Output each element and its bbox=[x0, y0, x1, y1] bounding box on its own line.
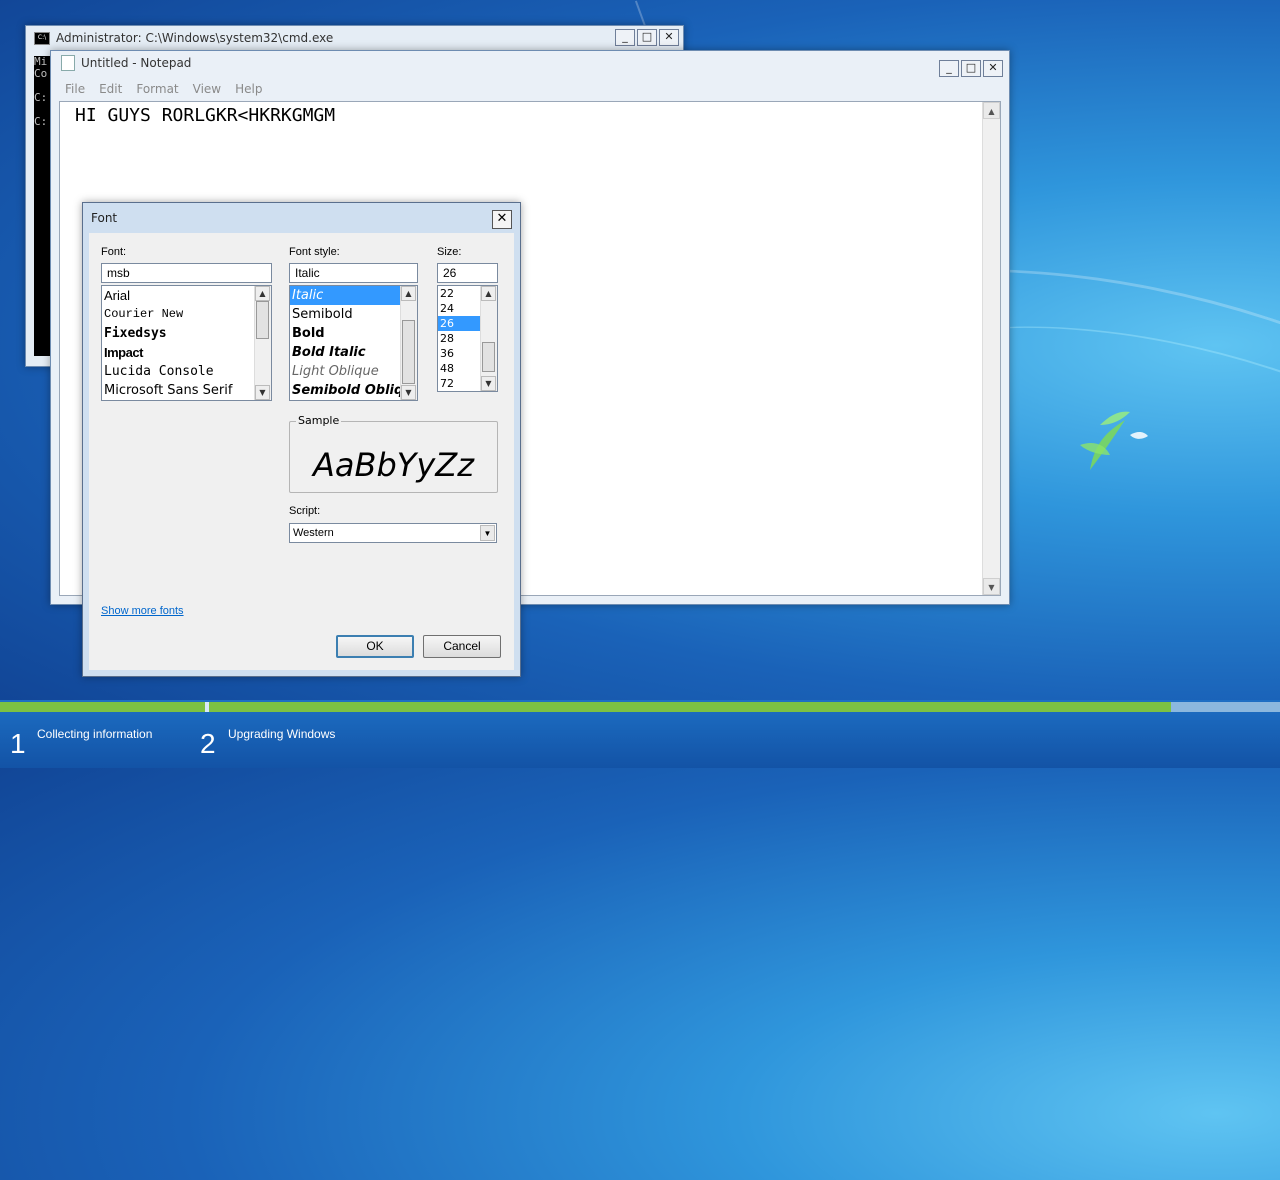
scroll-up-icon[interactable]: ▲ bbox=[401, 286, 416, 301]
font-dialog-title: Font bbox=[91, 211, 118, 225]
scroll-down-icon[interactable]: ▼ bbox=[481, 376, 496, 391]
minimize-button[interactable]: _ bbox=[939, 60, 959, 77]
font-input[interactable]: msb bbox=[101, 263, 272, 283]
progress-track bbox=[0, 702, 1280, 712]
size-label: Size: bbox=[437, 246, 462, 258]
list-item[interactable]: Impact bbox=[102, 343, 271, 362]
cmd-titlebar[interactable]: C:\ Administrator: C:\Windows\system32\c… bbox=[26, 26, 683, 50]
step-label: Upgrading Windows bbox=[228, 727, 336, 741]
close-button[interactable]: ✕ bbox=[492, 210, 512, 229]
list-item-selected[interactable]: Italic bbox=[290, 286, 401, 305]
list-item[interactable]: Lucida Console bbox=[102, 362, 271, 381]
menu-file[interactable]: File bbox=[65, 79, 85, 99]
size-input[interactable]: 26 bbox=[437, 263, 498, 283]
menu-view[interactable]: View bbox=[193, 79, 221, 99]
notepad-icon bbox=[61, 55, 75, 71]
font-style-list[interactable]: Italic Semibold Bold Bold Italic Light O… bbox=[289, 285, 418, 401]
scroll-up-icon[interactable]: ▲ bbox=[255, 286, 270, 301]
close-button[interactable]: ✕ bbox=[983, 60, 1003, 77]
list-item[interactable]: Semibold Oblique bbox=[290, 381, 417, 400]
minimize-button[interactable]: _ bbox=[615, 29, 635, 46]
list-item[interactable]: Bold bbox=[290, 324, 417, 343]
scroll-down-icon[interactable]: ▼ bbox=[255, 385, 270, 400]
scroll-thumb[interactable] bbox=[256, 301, 269, 339]
list-item[interactable]: Courier New bbox=[102, 305, 271, 324]
font-style-label: Font style: bbox=[289, 246, 340, 258]
progress-separator bbox=[205, 702, 209, 712]
list-item[interactable]: Fixedsys bbox=[102, 324, 271, 343]
scroll-up-icon[interactable]: ▲ bbox=[983, 102, 1000, 119]
font-list-scrollbar[interactable]: ▲ ▼ bbox=[254, 286, 271, 400]
ok-button[interactable]: OK bbox=[336, 635, 414, 658]
font-label: Font: bbox=[101, 246, 127, 258]
scroll-up-icon[interactable]: ▲ bbox=[481, 286, 496, 301]
list-item[interactable]: Semibold bbox=[290, 305, 417, 324]
scroll-thumb[interactable] bbox=[402, 320, 415, 384]
style-list-scrollbar[interactable]: ▲ ▼ bbox=[400, 286, 417, 400]
document-text: HI GUYS RORLGKR<HKRKGMGM bbox=[75, 105, 336, 126]
menu-format[interactable]: Format bbox=[136, 79, 178, 99]
list-item[interactable]: Microsoft Sans Serif bbox=[102, 381, 271, 400]
step-number: 2 bbox=[200, 728, 216, 759]
setup-progress-bar: 1 Collecting information 2 Upgrading Win… bbox=[0, 700, 1280, 768]
size-list-scrollbar[interactable]: ▲ ▼ bbox=[480, 286, 497, 391]
cancel-button[interactable]: Cancel bbox=[423, 635, 501, 658]
close-button[interactable]: ✕ bbox=[659, 29, 679, 46]
step-label: Collecting information bbox=[37, 727, 153, 741]
list-item[interactable]: Arial bbox=[102, 286, 271, 305]
menu-help[interactable]: Help bbox=[235, 79, 262, 99]
show-more-fonts-link[interactable]: Show more fonts bbox=[101, 605, 184, 617]
sample-label: Sample bbox=[296, 414, 342, 427]
sample-text: AaBbYyZz bbox=[313, 446, 474, 484]
script-dropdown[interactable]: Western ▼ bbox=[289, 523, 497, 543]
font-dialog[interactable]: Font ✕ Font: msb Arial Courier New Fixed… bbox=[82, 202, 521, 677]
maximize-button[interactable]: □ bbox=[961, 60, 981, 77]
list-item[interactable]: Bold Italic bbox=[290, 343, 417, 362]
windows-leaf-logo bbox=[1080, 411, 1148, 470]
maximize-button[interactable]: □ bbox=[637, 29, 657, 46]
size-list[interactable]: 22 24 26 28 36 48 72 ▲ ▼ bbox=[437, 285, 498, 392]
list-item-selected[interactable]: 26 bbox=[438, 316, 482, 331]
font-dialog-titlebar[interactable]: Font bbox=[83, 203, 520, 233]
step-number: 1 bbox=[10, 728, 26, 759]
list-item[interactable]: Light Oblique bbox=[290, 362, 417, 381]
notepad-titlebar[interactable]: Untitled - Notepad _ □ ✕ bbox=[51, 51, 1009, 77]
script-label: Script: bbox=[289, 505, 321, 517]
script-value: Western bbox=[293, 527, 334, 539]
sample-group: Sample AaBbYyZz bbox=[289, 414, 498, 493]
cmd-icon: C:\ bbox=[34, 31, 50, 45]
cmd-title: Administrator: C:\Windows\system32\cmd.e… bbox=[56, 31, 334, 45]
progress-fill bbox=[0, 702, 1172, 712]
scroll-down-icon[interactable]: ▼ bbox=[401, 385, 416, 400]
scroll-thumb[interactable] bbox=[482, 342, 495, 372]
chevron-down-icon[interactable]: ▼ bbox=[480, 525, 495, 541]
scroll-down-icon[interactable]: ▼ bbox=[983, 578, 1000, 595]
notepad-title: Untitled - Notepad bbox=[81, 56, 192, 70]
menu-edit[interactable]: Edit bbox=[99, 79, 122, 99]
font-style-input[interactable]: Italic bbox=[289, 263, 418, 283]
vertical-scrollbar[interactable]: ▲ ▼ bbox=[982, 102, 1000, 595]
font-list[interactable]: Arial Courier New Fixedsys Impact Lucida… bbox=[101, 285, 272, 401]
notepad-menubar: File Edit Format View Help bbox=[59, 79, 262, 99]
